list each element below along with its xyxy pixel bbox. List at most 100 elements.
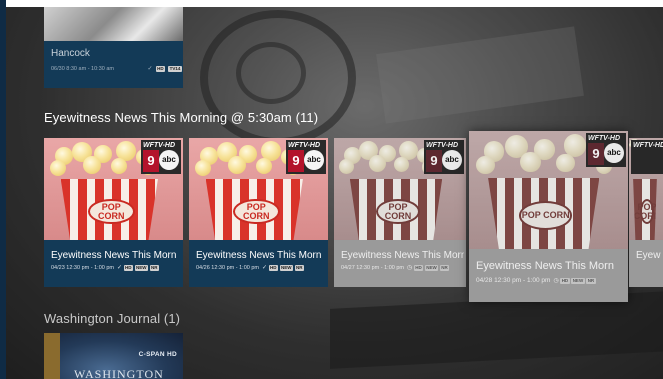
recording-card-eyewitness-3[interactable]: POP CORN WFTV-HD 9 abc Eyewitness News This … bbox=[334, 138, 466, 287]
recording-card-eyewitness-4[interactable]: POP CORN WFTV-HD 9 abc Eyewitness News This … bbox=[469, 131, 628, 302]
channel-logo: WFTV-HD bbox=[631, 140, 663, 174]
popcorn-kernel bbox=[519, 151, 541, 173]
cspan-logo: C-SPAN HD bbox=[138, 351, 177, 358]
badge-hd: HD bbox=[123, 264, 134, 271]
card-meta: 04/28 12:30 pm - 1:00 pm ◷ HD NEW NR bbox=[476, 277, 596, 284]
air-time: 04/23 12:30 pm - 1:00 pm bbox=[51, 264, 114, 271]
popcorn-kernel bbox=[82, 156, 101, 174]
badge-nr: NR bbox=[149, 264, 160, 271]
popcorn-logo-text: POP CORN bbox=[98, 201, 125, 221]
recording-card-eyewitness-1[interactable]: POP CORN WFTV-HD 9 abc Eyewitness News This … bbox=[44, 138, 183, 287]
washington-thumbnail: C-SPAN HD WASHINGTON bbox=[44, 333, 183, 379]
clock-icon: ◷ bbox=[406, 265, 413, 271]
popcorn-kernel bbox=[339, 158, 355, 174]
badge-new: NEW bbox=[279, 264, 294, 271]
popcorn-kernel bbox=[227, 156, 246, 174]
card-thumbnail: POP CORN WFTV-HD 9 abc bbox=[189, 138, 328, 240]
popcorn-bucket: POP CORN bbox=[205, 178, 303, 240]
card-info: Eyewitness News This Morn 04/23 12:30 pm … bbox=[44, 240, 183, 287]
card-meta: 06/30 8:30 am - 10:30 am ✓ HD TV14 bbox=[51, 65, 182, 72]
channel-number: 9 bbox=[588, 143, 604, 165]
sidebar-edge bbox=[0, 0, 6, 379]
popcorn-kernel bbox=[369, 155, 387, 173]
badge-hd: HD bbox=[413, 264, 424, 271]
channel-callsign: WFTV-HD bbox=[426, 142, 459, 149]
card-title: Eyewitness News This Morn bbox=[341, 250, 464, 261]
popcorn-logo-text: POP CORN bbox=[243, 201, 270, 221]
popcorn-logo-text: POP CORN bbox=[384, 201, 412, 221]
channel-number: 9 bbox=[143, 150, 159, 172]
card-title: Eyewitn bbox=[636, 250, 661, 261]
card-meta: 04/26 12:30 pm - 1:00 pm ✓ HD NEW NR bbox=[196, 264, 305, 271]
channel-callsign: WFTV-HD bbox=[588, 135, 621, 142]
washington-art-text: WASHINGTON bbox=[74, 367, 164, 379]
clock-icon: ◷ bbox=[553, 278, 559, 284]
channel-callsign: WFTV-HD bbox=[288, 142, 321, 149]
card-thumbnail bbox=[44, 7, 183, 41]
air-time: 04/26 12:30 pm - 1:00 pm bbox=[196, 264, 259, 271]
card-title: Hancock bbox=[51, 48, 90, 59]
popcorn-kernel bbox=[194, 159, 211, 176]
card-info: Hancock 06/30 8:30 am - 10:30 am ✓ HD TV… bbox=[44, 41, 183, 88]
recording-card-washington-journal[interactable]: C-SPAN HD WASHINGTON bbox=[44, 333, 183, 379]
card-thumbnail: POP CORN WFTV-HD 9 abc bbox=[334, 138, 466, 240]
popcorn-kernel bbox=[255, 157, 272, 174]
badge-nr: NR bbox=[294, 264, 305, 271]
check-icon: ✓ bbox=[147, 66, 153, 72]
card-title: Eyewitness News This Morn bbox=[476, 260, 614, 272]
popcorn-kernel bbox=[476, 155, 495, 174]
network-logo: abc bbox=[442, 150, 462, 170]
badge-new: NEW bbox=[424, 264, 439, 271]
channel-logo: WFTV-HD 9 abc bbox=[424, 140, 464, 174]
section-title-eyewitness: Eyewitness News This Morning @ 5:30am (1… bbox=[44, 110, 319, 125]
card-meta: 04/23 12:30 pm - 1:00 pm ✓ HD NEW NR bbox=[51, 264, 160, 271]
popcorn-bucket: POP CORN bbox=[349, 178, 443, 240]
network-logo: abc bbox=[304, 150, 324, 170]
air-time: 04/27 12:30 pm - 1:00 pm bbox=[341, 264, 404, 271]
badge-new: NEW bbox=[571, 277, 585, 284]
check-icon: ✓ bbox=[116, 265, 123, 271]
card-thumbnail: POP CORN WFTV-HD 9 abc bbox=[44, 138, 183, 240]
channel-logo: WFTV-HD 9 abc bbox=[141, 140, 181, 174]
badge-nr: NR bbox=[586, 277, 596, 284]
popcorn-logo-text: POP CORN bbox=[521, 210, 570, 221]
section-title-washington: Washington Journal (1) bbox=[44, 311, 181, 326]
recording-card-eyewitness-5[interactable]: POP CORN WFTV-HD Eyewitn bbox=[629, 138, 663, 287]
network-logo: abc bbox=[159, 150, 179, 170]
popcorn-logo-text: POP CORN bbox=[633, 201, 661, 221]
channel-number: 9 bbox=[426, 150, 442, 172]
popcorn-bucket: POP CORN bbox=[633, 178, 661, 240]
badge-hd: HD bbox=[155, 65, 166, 72]
badge-new: NEW bbox=[134, 264, 149, 271]
card-info: Eyewitn bbox=[629, 240, 663, 287]
popcorn-kernel bbox=[110, 157, 127, 174]
card-info: Eyewitness News This Morn 04/26 12:30 pm … bbox=[189, 240, 328, 287]
popcorn-bucket: POP CORN bbox=[60, 178, 158, 240]
popcorn-bucket: POP CORN bbox=[488, 177, 600, 249]
channel-number: 9 bbox=[288, 150, 304, 172]
popcorn-kernel bbox=[394, 156, 410, 172]
badge-rating: TV14 bbox=[168, 65, 182, 72]
recording-card-hancock[interactable]: Hancock 06/30 8:30 am - 10:30 am ✓ HD TV… bbox=[44, 7, 183, 88]
channel-logo: WFTV-HD 9 abc bbox=[586, 133, 626, 167]
network-logo: abc bbox=[604, 143, 624, 163]
badge-hd: HD bbox=[560, 277, 570, 284]
card-thumbnail: POP CORN WFTV-HD bbox=[629, 138, 663, 240]
badge-hd: HD bbox=[268, 264, 279, 271]
check-icon: ✓ bbox=[261, 265, 268, 271]
air-time: 04/28 12:30 pm - 1:00 pm bbox=[476, 277, 551, 285]
channel-logo: WFTV-HD 9 abc bbox=[286, 140, 326, 174]
recording-card-eyewitness-2[interactable]: POP CORN WFTV-HD 9 abc Eyewitness News This … bbox=[189, 138, 328, 287]
top-edge bbox=[0, 0, 663, 7]
channel-callsign: WFTV-HD bbox=[633, 142, 663, 149]
channel-callsign: WFTV-HD bbox=[143, 142, 176, 149]
card-info: Eyewitness News This Morn 04/28 12:30 pm … bbox=[469, 249, 628, 302]
card-title: Eyewitness News This Morn bbox=[51, 250, 177, 261]
popcorn-kernel bbox=[49, 159, 66, 176]
card-title: Eyewitness News This Morn bbox=[196, 250, 322, 261]
card-thumbnail: POP CORN WFTV-HD 9 abc bbox=[469, 131, 628, 249]
card-info: Eyewitness News This Morn 04/27 12:30 pm … bbox=[334, 240, 466, 287]
popcorn-kernel bbox=[556, 153, 575, 172]
badge-nr: NR bbox=[439, 264, 450, 271]
card-meta: 04/27 12:30 pm - 1:00 pm ◷ HD NEW NR bbox=[341, 264, 450, 271]
